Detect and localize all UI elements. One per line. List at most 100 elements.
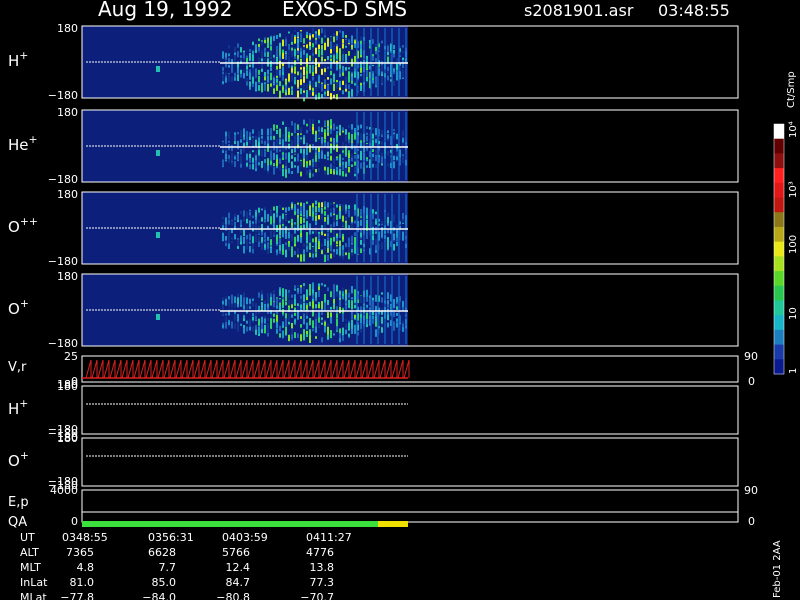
count-cell [321,312,323,315]
count-cell [336,131,338,135]
count-cell [264,318,266,324]
count-cell [381,65,383,72]
count-cell [267,37,269,43]
count-cell [297,42,299,49]
count-cell [297,214,299,218]
count-cell [306,322,308,330]
count-cell [366,135,368,142]
count-cell [240,47,242,51]
count-cell [309,165,311,168]
count-cell [234,55,236,63]
count-cell [240,149,242,155]
count-cell [351,164,353,167]
count-cell [297,303,299,306]
count-cell [345,77,347,85]
count-streak [363,112,365,180]
count-cell [351,35,353,43]
count-cell [330,245,332,252]
count-cell [249,81,251,87]
count-cell [258,75,260,83]
count-cell [279,81,281,87]
count-cell [285,242,287,245]
count-cell [315,154,317,162]
count-cell [267,248,269,254]
count-cell [387,292,389,300]
count-cell [327,202,329,208]
count-cell [372,153,374,158]
count-cell [246,135,248,142]
count-cell [318,151,320,159]
count-cell [342,57,344,61]
count-cell [402,68,404,75]
count-cell [315,87,317,95]
count-cell [225,136,227,144]
count-cell [318,283,320,287]
count-cell [258,38,260,42]
count-cell [270,247,272,252]
count-cell [351,80,353,84]
count-cell [279,90,281,98]
count-cell [336,204,338,208]
count-cell [270,216,272,225]
count-cell [222,216,224,220]
panel-label: V,r [8,360,27,375]
colorbar-swatch [774,359,784,375]
count-cell [249,72,251,75]
count-cell [360,43,362,50]
count-cell [342,295,344,300]
count-cell [297,54,299,59]
count-cell [237,215,239,221]
count-cell [297,254,299,258]
count-cell [282,250,284,255]
count-cell [366,214,368,219]
count-cell [273,213,275,221]
count-cell [336,248,338,255]
count-cell [372,133,374,139]
count-cell [351,216,353,222]
count-blip [156,314,160,320]
count-cell [351,249,353,252]
count-cell [387,151,389,156]
count-cell [354,220,356,224]
count-cell [360,295,362,303]
count-cell [294,157,296,162]
count-cell [240,139,242,143]
count-cell [351,328,353,334]
count-cell [291,132,293,136]
ephemeris-value: 4776 [306,546,334,559]
count-streak [356,194,358,262]
count-cell [273,293,275,302]
colorbar-swatch [774,285,784,301]
count-cell [342,80,344,85]
count-cell [312,158,314,163]
count-cell [318,147,320,151]
count-cell [264,244,266,248]
count-cell [333,73,335,80]
count-cell [345,304,347,310]
count-cell [282,330,284,339]
count-cell [336,291,338,297]
count-cell [393,49,395,54]
count-cell [273,77,275,83]
count-streak [356,276,358,344]
count-cell [237,51,239,58]
count-cell [381,229,383,238]
count-cell [348,125,350,129]
count-cell [330,54,332,58]
count-cell [276,236,278,242]
count-cell [249,158,251,163]
count-cell [258,57,260,63]
count-cell [330,155,332,161]
count-cell [264,37,266,41]
count-cell [339,51,341,55]
count-cell [261,236,263,242]
count-cell [285,215,287,219]
count-cell [303,206,305,215]
count-cell [297,71,299,75]
count-cell [324,294,326,300]
count-streak [391,28,393,96]
count-cell [333,83,335,92]
count-cell [261,231,263,236]
count-cell [336,235,338,239]
count-cell [258,305,260,311]
